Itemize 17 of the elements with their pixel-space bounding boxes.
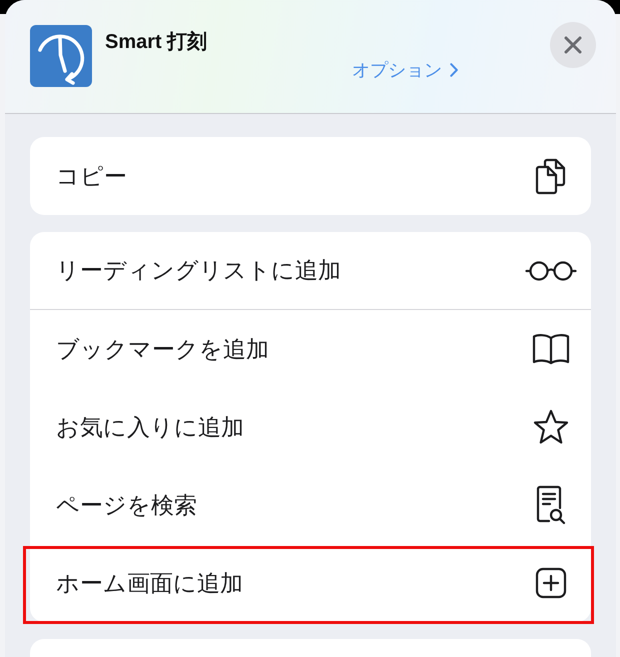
app-name: Smart 打刻 [105,30,208,54]
menu-item[interactable]: ページを検索 [30,466,591,544]
document-search-icon [535,485,567,525]
glasses-icon [525,260,577,282]
app-icon [30,25,92,87]
book-icon [532,333,570,365]
plus-square-icon [535,567,567,599]
menu-item[interactable]: お気に入りに追加 [30,388,591,466]
star-icon [532,409,570,445]
chevron-right-icon [450,63,458,77]
menu-item[interactable]: コピー [30,137,591,215]
close-button[interactable] [550,22,596,68]
menu-item[interactable]: ブックマークを追加 [30,310,591,388]
close-icon [564,36,582,54]
menu-item[interactable]: リーディングリストに追加 [30,232,591,310]
copy-icon [534,157,568,195]
menu-item[interactable]: ホーム画面に追加 [30,544,591,622]
